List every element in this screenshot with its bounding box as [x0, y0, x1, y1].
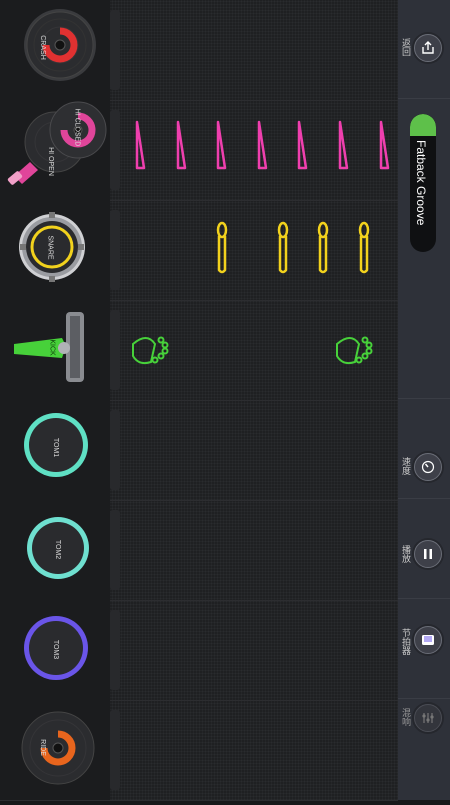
tom2-label: TOM2: [54, 539, 62, 560]
row-tom1: TOM1: [0, 400, 398, 501]
mixer-button[interactable]: [414, 704, 442, 732]
row-ride: RIDE: [0, 700, 398, 801]
tom3-label: TOM3: [52, 639, 60, 660]
share-label: 返回: [401, 38, 411, 56]
play-pause-button[interactable]: [414, 540, 442, 568]
hihat-note: [297, 120, 308, 170]
row-divider: [110, 10, 120, 90]
ride-label: RIDE: [38, 739, 46, 756]
row-crash: CRASH: [0, 0, 398, 101]
sliders-icon: [422, 713, 434, 723]
snare-note: [358, 221, 370, 274]
hihat-note: [257, 120, 268, 170]
row-divider: [110, 310, 120, 390]
hihat-cymbal[interactable]: HI OPEN HI CLOSED: [0, 100, 110, 200]
tom3-track[interactable]: [125, 600, 398, 700]
row-snare: SNARE: [0, 200, 398, 301]
row-divider: [110, 610, 120, 690]
pause-icon: [424, 549, 432, 559]
hihat-note: [135, 120, 146, 170]
metronome-icon: [422, 635, 434, 645]
hihat-track[interactable]: [125, 100, 398, 200]
row-divider: [110, 110, 120, 190]
metronome-label: 节拍器: [401, 628, 411, 655]
tom1-track[interactable]: [125, 400, 398, 500]
row-divider: [110, 710, 120, 790]
kick-note: [336, 336, 373, 365]
pattern-name: Fatback Groove: [414, 140, 428, 226]
row-kick: KICK: [0, 300, 398, 401]
snare-note: [277, 221, 289, 274]
tempo-button[interactable]: [414, 453, 442, 481]
pattern-selector[interactable]: Fatback Groove: [410, 114, 436, 252]
tom2-track[interactable]: [125, 500, 398, 600]
tempo-label: 速度: [401, 457, 411, 475]
ride-track[interactable]: [125, 700, 398, 800]
hihat-closed-label: HI CLOSED: [73, 108, 81, 147]
hihat-note: [176, 120, 187, 170]
snare-track[interactable]: [125, 200, 398, 300]
speedometer-icon: [421, 460, 435, 474]
metronome-button[interactable]: [414, 626, 442, 654]
row-tom2: TOM2: [0, 500, 398, 601]
pattern-indicator: [410, 114, 436, 136]
kick-label: KICK: [48, 339, 56, 356]
row-divider: [110, 510, 120, 590]
row-tom3: TOM3: [0, 600, 398, 701]
kick-track[interactable]: [125, 300, 398, 400]
mixer-label: 混响: [401, 708, 411, 726]
share-icon: [422, 41, 434, 54]
play-label: 播放: [401, 545, 411, 563]
tom3-drum[interactable]: TOM3: [0, 600, 110, 700]
tom2-drum[interactable]: TOM2: [0, 500, 110, 600]
hihat-note: [216, 120, 227, 170]
share-button[interactable]: [414, 34, 442, 62]
snare-note: [317, 221, 329, 274]
tom1-drum[interactable]: TOM1: [0, 400, 110, 500]
crash-label: CRASH: [38, 35, 46, 60]
row-hihat: HI OPEN HI CLOSED: [0, 100, 398, 201]
hihat-note: [338, 120, 349, 170]
tom1-label: TOM1: [52, 437, 60, 458]
kick-note: [132, 336, 169, 365]
snare-drum[interactable]: SNARE: [0, 200, 110, 300]
row-divider: [110, 210, 120, 290]
hihat-open-label: HI OPEN: [46, 147, 54, 176]
row-divider: [110, 410, 120, 490]
ride-cymbal[interactable]: RIDE: [0, 700, 110, 800]
snare-note: [216, 221, 228, 274]
crash-cymbal[interactable]: CRASH: [0, 0, 110, 100]
hihat-note: [379, 120, 390, 170]
crash-track[interactable]: [125, 0, 398, 100]
snare-label: SNARE: [46, 235, 54, 260]
kick-pedal[interactable]: KICK: [0, 300, 110, 400]
